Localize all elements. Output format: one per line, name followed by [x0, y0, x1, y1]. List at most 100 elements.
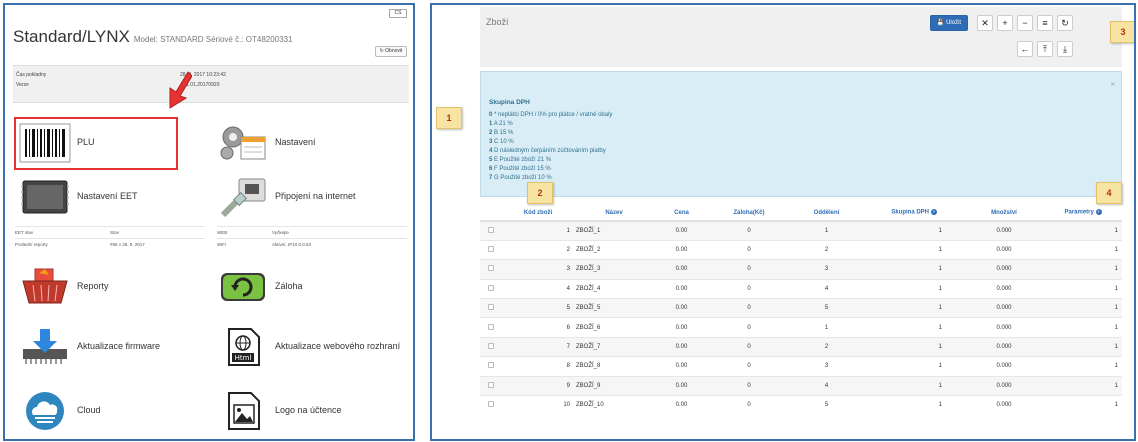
name-cell: ZBOŽÍ_7 — [574, 336, 654, 357]
refresh-icon[interactable]: ↻ — [1057, 15, 1073, 31]
tile-label: Záloha — [275, 281, 303, 291]
plus-icon[interactable]: + — [997, 15, 1013, 31]
row-checkbox[interactable] — [488, 343, 494, 350]
column-header-vat[interactable]: Skupina DPH ? — [864, 205, 964, 222]
name-cell: ZBOŽÍ_6 — [574, 317, 654, 338]
minus-icon[interactable]: − — [1017, 15, 1033, 31]
lynx-dashboard-panel: CS Standard/LYNX Model: STANDARD Sériové … — [3, 3, 415, 441]
vat-group-cell: 1 — [864, 317, 964, 338]
table-row[interactable]: 10 ZBOŽÍ_10 0.00 0 5 1 0.000 1 — [480, 395, 1122, 415]
close-alert-icon[interactable]: × — [1110, 80, 1115, 89]
download-icon[interactable]: ⤓ — [1057, 41, 1073, 57]
save-label: Uložit — [946, 20, 962, 26]
refresh-button[interactable]: ↻ Obnovit — [375, 46, 407, 57]
barcode-icon — [19, 123, 71, 163]
goods-table: Kód zboží Název Cena Záloha(Kč) Oddělení… — [480, 205, 1122, 415]
table-row[interactable]: 2 ZBOŽÍ_2 0.00 0 2 1 0.000 1 — [480, 239, 1122, 260]
list-icon[interactable]: ≡ — [1037, 15, 1053, 31]
column-header[interactable]: Cena — [654, 205, 709, 222]
table-row[interactable]: 5 ZBOŽÍ_5 0.00 0 5 1 0.000 1 — [480, 298, 1122, 318]
code-cell: 9 — [502, 375, 574, 396]
table-row[interactable]: 7 ZBOŽÍ_7 0.00 0 2 1 0.000 1 — [480, 336, 1122, 357]
deposit-cell: 0 — [709, 375, 789, 396]
table-row[interactable]: 1 ZBOŽÍ_1 0.00 0 1 1 0.000 1 — [480, 220, 1122, 241]
department-cell: 5 — [789, 298, 864, 318]
column-header[interactable]: Množství — [964, 205, 1044, 222]
checkbox[interactable] — [480, 239, 502, 260]
row-checkbox[interactable] — [488, 284, 494, 291]
checkbox[interactable] — [480, 395, 502, 415]
vat-group-cell: 1 — [864, 356, 964, 377]
device-brand-title: Standard/LYNX Model: STANDARD Sériové č.:… — [13, 27, 292, 47]
code-cell: 5 — [502, 298, 574, 318]
vat-group-line: 4 D následným čerpáním zúčtováním platby — [489, 148, 606, 154]
language-select[interactable]: CS — [389, 9, 407, 18]
info-row-time: Čas pokladny 28. 9. 2017 10:23:42 — [16, 72, 226, 78]
table-row[interactable]: 8 ZBOŽÍ_8 0.00 0 3 1 0.000 1 — [480, 356, 1122, 377]
department-cell: 1 — [789, 220, 864, 241]
callout-3: 3 — [1110, 21, 1134, 43]
table-row[interactable]: 3 ZBOŽÍ_3 0.00 0 3 1 0.000 1 — [480, 259, 1122, 280]
params-cell: 1 — [1044, 278, 1122, 299]
deposit-cell: 0 — [709, 336, 789, 357]
table-header-row: Kód zboží Název Cena Záloha(Kč) Oddělení… — [480, 205, 1122, 222]
status-value: #55 v 28. 9. 2017 — [110, 242, 145, 247]
status-header: WEB — [217, 230, 228, 235]
brand-name: Standard/LYNX — [13, 27, 130, 46]
department-cell: 1 — [789, 317, 864, 338]
row-checkbox[interactable] — [488, 246, 494, 253]
table-row[interactable]: 9 ZBOŽÍ_9 0.00 0 4 1 0.000 1 — [480, 375, 1122, 396]
department-cell: 4 — [789, 278, 864, 299]
callout-1: 1 — [436, 107, 462, 129]
arrow-left-icon[interactable]: ← — [1017, 41, 1033, 57]
image-file-icon — [228, 392, 260, 430]
vat-group-line: 2 B 15 % — [489, 130, 514, 136]
checkbox[interactable] — [480, 356, 502, 377]
row-checkbox[interactable] — [488, 226, 494, 233]
column-header[interactable]: Kód zboží — [502, 205, 574, 222]
column-header-params[interactable]: Parametry ? — [1044, 205, 1122, 222]
deposit-cell: 0 — [709, 278, 789, 299]
price-cell: 0.00 — [654, 395, 709, 415]
save-button[interactable]: 💾 Uložit — [930, 15, 968, 31]
table-row[interactable]: 6 ZBOŽÍ_6 0.00 0 1 1 0.000 1 — [480, 317, 1122, 338]
deposit-cell: 0 — [709, 239, 789, 260]
upload-icon[interactable]: ⤒ — [1037, 41, 1053, 57]
column-header[interactable]: Oddělení — [789, 205, 864, 222]
row-checkbox[interactable] — [488, 304, 494, 311]
checkbox[interactable] — [480, 259, 502, 280]
column-header[interactable]: Název — [574, 205, 654, 222]
svg-text:Html: Html — [235, 354, 252, 362]
info-icon[interactable]: ? — [930, 209, 937, 216]
vat-group-line: 0 * neplátci DPH / 0% pro plátce / vratn… — [489, 112, 613, 118]
status-header: Vyčkejte — [272, 230, 289, 235]
row-checkbox[interactable] — [488, 381, 494, 388]
table-row[interactable]: 4 ZBOŽÍ_4 0.00 0 4 1 0.000 1 — [480, 278, 1122, 299]
html-file-icon: Html — [228, 328, 260, 366]
red-arrow-pointer — [169, 71, 192, 109]
quantity-cell: 0.000 — [964, 220, 1044, 241]
price-cell: 0.00 — [654, 375, 709, 396]
row-checkbox[interactable] — [488, 265, 494, 272]
checkbox[interactable] — [480, 336, 502, 357]
tile-label: PLU — [77, 137, 95, 147]
status-key: Poslední reporty — [15, 242, 48, 247]
price-cell: 0.00 — [654, 317, 709, 338]
row-checkbox[interactable] — [488, 323, 494, 330]
row-checkbox[interactable] — [488, 362, 494, 369]
row-checkbox[interactable] — [488, 401, 494, 408]
backup-drive-icon — [221, 273, 265, 301]
checkbox[interactable] — [480, 317, 502, 338]
info-icon[interactable]: ? — [1095, 209, 1102, 216]
checkbox[interactable] — [480, 220, 502, 241]
close-icon[interactable]: ✕ — [977, 15, 993, 31]
checkbox[interactable] — [480, 298, 502, 318]
checkbox[interactable] — [480, 375, 502, 396]
code-cell: 3 — [502, 259, 574, 280]
price-cell: 0.00 — [654, 259, 709, 280]
deposit-cell: 0 — [709, 298, 789, 318]
checkbox[interactable] — [480, 278, 502, 299]
price-cell: 0.00 — [654, 239, 709, 260]
column-header[interactable]: Záloha(Kč) — [709, 205, 789, 222]
vat-group-cell: 1 — [864, 375, 964, 396]
